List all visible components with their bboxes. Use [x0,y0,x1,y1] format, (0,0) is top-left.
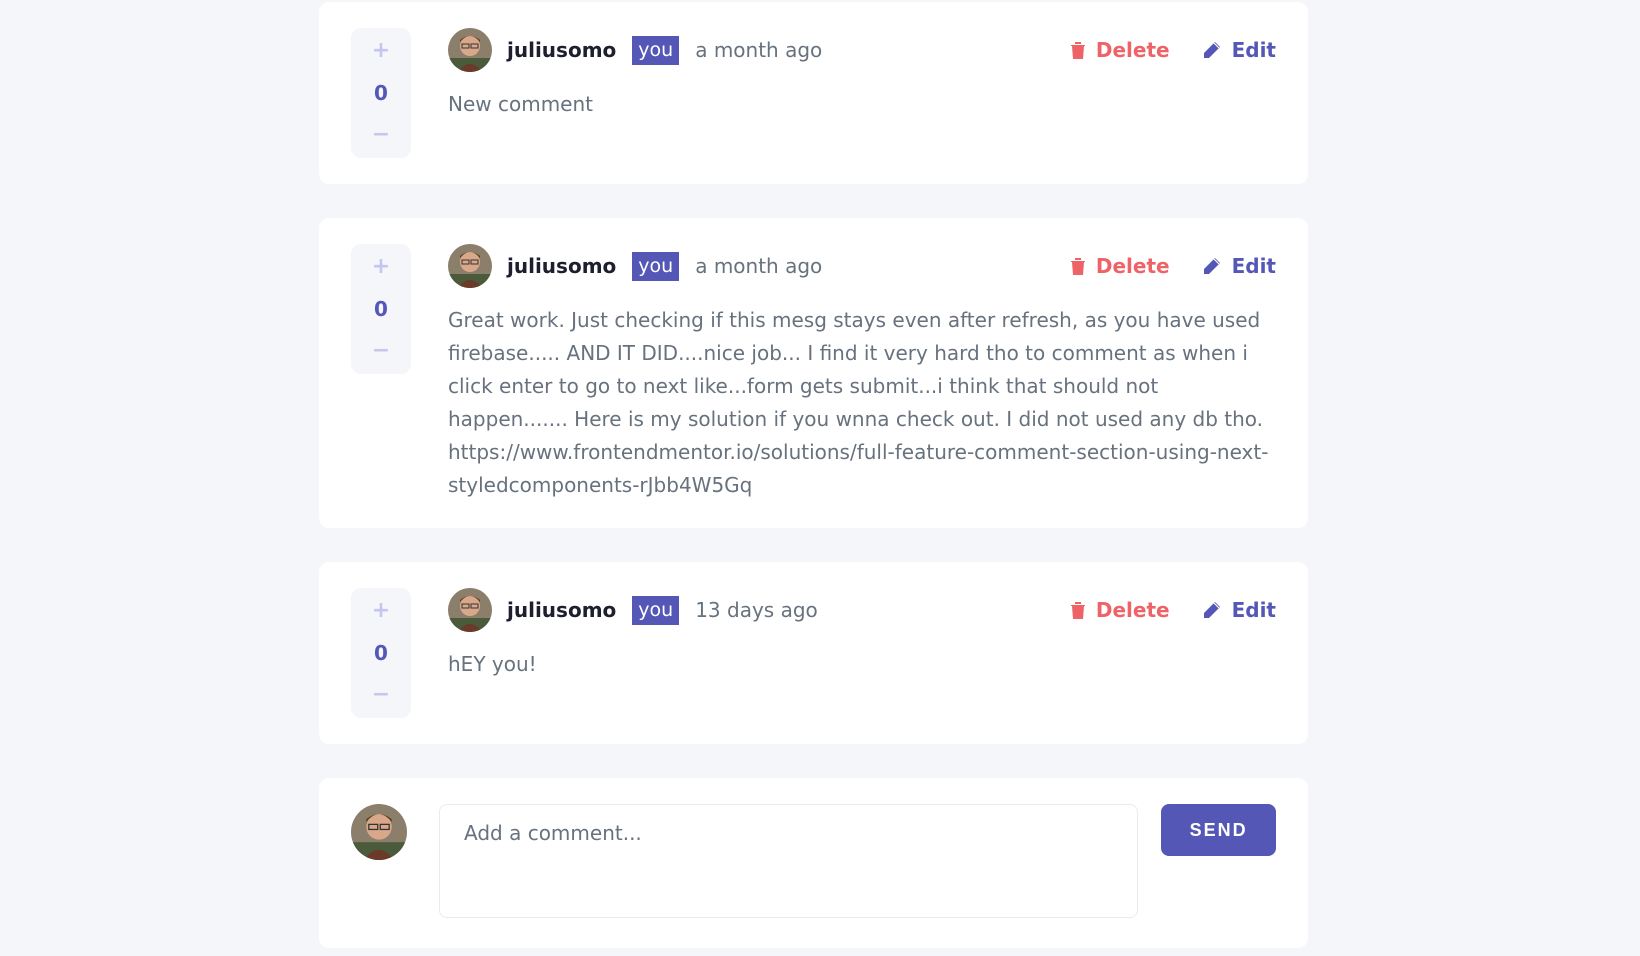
plus-icon[interactable]: + [372,600,390,622]
you-badge: you [632,35,680,65]
comment-text: hEY you! [448,652,537,676]
comment-input[interactable] [439,804,1139,918]
timestamp: a month ago [695,38,823,62]
delete-label: Delete [1095,254,1170,278]
timestamp: 13 days ago [695,598,818,622]
trash-icon [1070,601,1085,619]
username[interactable]: juliusomo [507,254,616,278]
vote-count: 0 [374,641,388,665]
minus-icon[interactable]: − [372,124,390,146]
edit-label: Edit [1231,38,1276,62]
comment-list: + 0 − juliusomo you a month ago Delete E… [319,2,1308,948]
comment-text: New comment [448,92,593,116]
comment-actions: Delete Edit [1070,254,1276,278]
edit-button[interactable]: Edit [1202,598,1276,622]
comment-actions: Delete Edit [1070,598,1276,622]
comment-text: Great work. Just checking if this mesg s… [448,308,1269,497]
comment-header: juliusomo you a month ago Delete Edit [448,28,1276,72]
vote-box: + 0 − [351,244,411,374]
edit-label: Edit [1231,598,1276,622]
trash-icon [1070,41,1085,59]
avatar [448,28,492,72]
pencil-icon [1203,258,1220,274]
username[interactable]: juliusomo [507,598,616,622]
comment-card: + 0 − juliusomo you [319,2,1308,184]
you-badge: you [632,595,680,625]
comment-body: juliusomo you a month ago Delete Edit Ne… [448,28,1276,158]
delete-button[interactable]: Delete [1070,598,1170,622]
comment-body: juliusomo you a month ago Delete Edit Gr… [448,244,1276,502]
you-badge: you [632,251,680,281]
plus-icon[interactable]: + [372,40,390,62]
edit-label: Edit [1231,254,1276,278]
delete-label: Delete [1095,38,1170,62]
vote-count: 0 [374,81,388,105]
pencil-icon [1203,42,1220,58]
comment-composer: SEND [319,778,1308,948]
minus-icon[interactable]: − [372,340,390,362]
vote-box: + 0 − [351,28,411,158]
comment-header: juliusomo you a month ago Delete Edit [448,244,1276,288]
delete-label: Delete [1095,598,1170,622]
trash-icon [1070,257,1085,275]
avatar [351,804,407,860]
vote-count: 0 [374,297,388,321]
avatar [448,244,492,288]
pencil-icon [1203,602,1220,618]
avatar [448,588,492,632]
edit-button[interactable]: Edit [1202,38,1276,62]
comment-header: juliusomo you 13 days ago Delete Edit [448,588,1276,632]
delete-button[interactable]: Delete [1070,38,1170,62]
plus-icon[interactable]: + [372,256,390,278]
timestamp: a month ago [695,254,823,278]
comment-card: + 0 − juliusomo you [319,562,1308,744]
comment-actions: Delete Edit [1070,38,1276,62]
comment-card: + 0 − juliusomo you [319,218,1308,528]
send-button[interactable]: SEND [1161,804,1276,856]
comment-body: juliusomo you 13 days ago Delete Edit hE… [448,588,1276,718]
edit-button[interactable]: Edit [1202,254,1276,278]
username[interactable]: juliusomo [507,38,616,62]
minus-icon[interactable]: − [372,684,390,706]
vote-box: + 0 − [351,588,411,718]
delete-button[interactable]: Delete [1070,254,1170,278]
